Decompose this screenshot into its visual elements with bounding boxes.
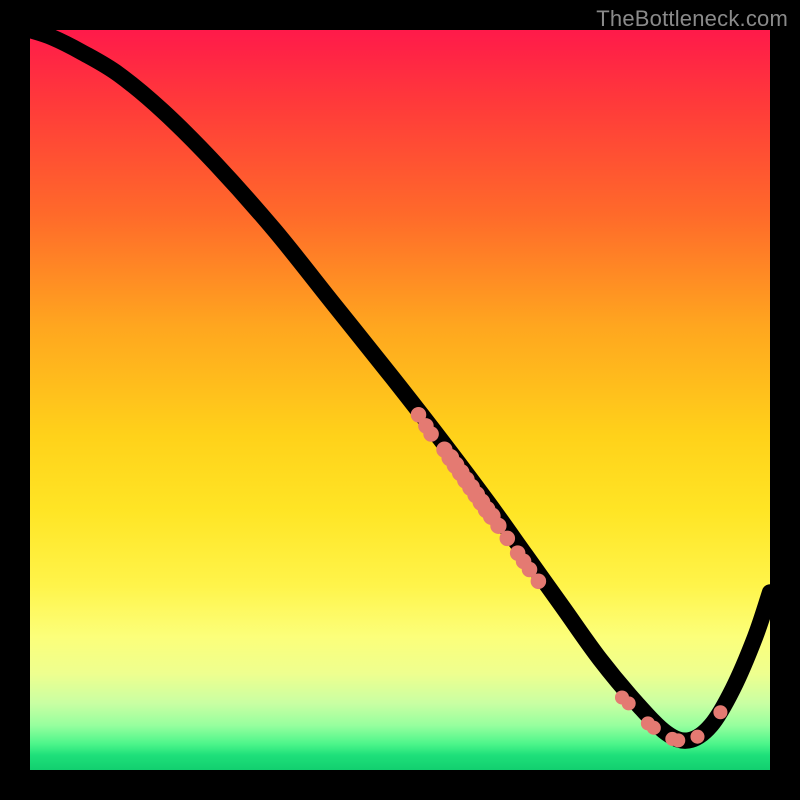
data-marker — [713, 705, 727, 719]
data-marker — [647, 721, 661, 735]
data-markers — [411, 407, 728, 747]
data-marker — [690, 730, 704, 744]
bottleneck-curve — [30, 30, 770, 741]
data-marker — [500, 531, 516, 547]
data-marker — [423, 426, 439, 442]
data-marker — [622, 696, 636, 710]
curve-layer — [30, 30, 770, 770]
attribution-text: TheBottleneck.com — [596, 6, 788, 32]
plot-area — [30, 30, 770, 770]
data-marker — [531, 574, 547, 590]
data-marker — [671, 733, 685, 747]
chart-stage: TheBottleneck.com — [0, 0, 800, 800]
